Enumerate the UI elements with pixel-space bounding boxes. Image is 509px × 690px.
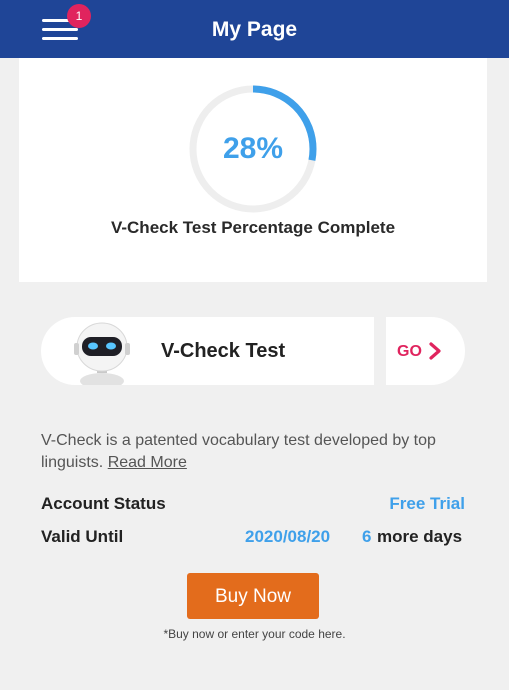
progress-label: V-Check Test Percentage Complete bbox=[110, 218, 396, 237]
description-text: V-Check is a patented vocabulary test de… bbox=[41, 432, 436, 471]
go-label: GO bbox=[397, 343, 422, 360]
robot-icon bbox=[74, 322, 130, 385]
read-more-link[interactable]: Read More bbox=[108, 454, 187, 471]
account-status-label: Account Status bbox=[41, 494, 166, 513]
account-status-value: Free Trial bbox=[389, 494, 465, 513]
vcheck-test-card[interactable]: V-Check Test bbox=[41, 317, 374, 385]
description: V-Check is a patented vocabulary test de… bbox=[41, 430, 471, 474]
progress-card: 28% V-Check Test Percentage Complete bbox=[19, 58, 487, 282]
buy-now-button[interactable]: Buy Now bbox=[187, 573, 319, 619]
days-remaining-count: 6 bbox=[362, 527, 372, 546]
go-button[interactable]: GO bbox=[386, 317, 465, 385]
test-title: V-Check Test bbox=[161, 340, 286, 362]
valid-until-date: 2020/08/20 bbox=[245, 527, 331, 546]
buy-note: *Buy now or enter your code here. bbox=[163, 627, 346, 641]
page-title: My Page bbox=[211, 18, 298, 41]
days-remaining-text: more days bbox=[377, 527, 463, 546]
valid-until-label: Valid Until bbox=[41, 527, 124, 546]
progress-percent: 28% bbox=[222, 132, 284, 165]
app-header: 1 My Page bbox=[0, 0, 509, 58]
chevron-right-icon bbox=[429, 342, 441, 360]
